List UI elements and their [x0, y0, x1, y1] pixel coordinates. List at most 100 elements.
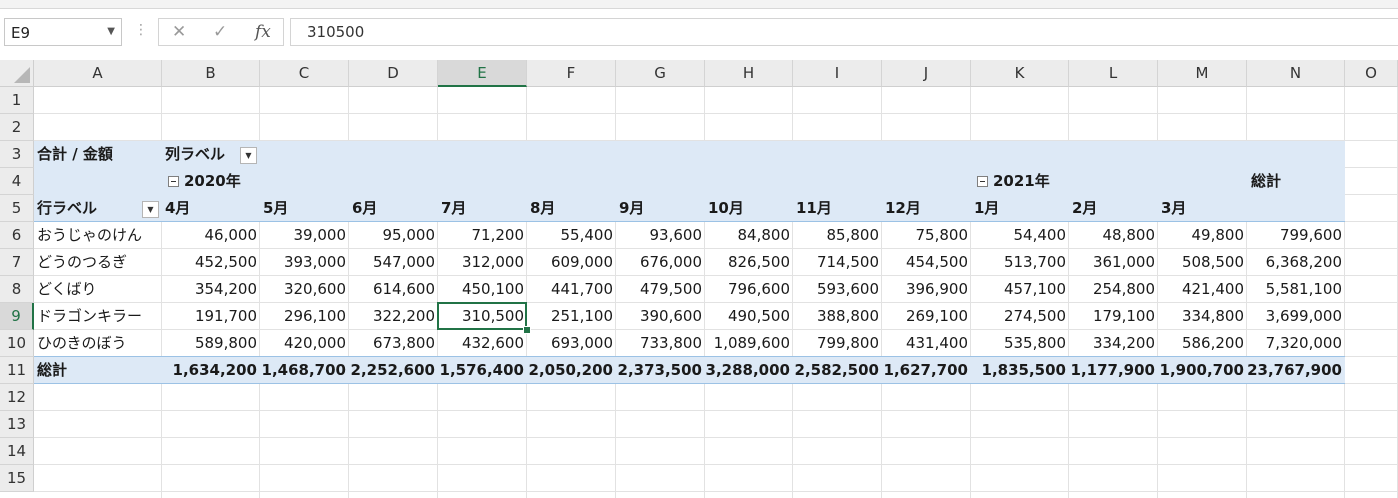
pivot-month-header[interactable]: 5月 [260, 195, 349, 222]
pivot-month-header[interactable]: 8月 [527, 195, 616, 222]
name-box[interactable]: E9 ▼ [4, 18, 122, 46]
pivot-value-cell[interactable]: 432,600 [438, 330, 527, 357]
pivot-value-field-label[interactable]: 合計 / 金額 [34, 141, 162, 168]
column-header-m[interactable]: M [1158, 60, 1247, 87]
pivot-value-cell[interactable]: 431,400 [882, 330, 971, 357]
column-header-b[interactable]: B [162, 60, 260, 87]
pivot-value-cell[interactable]: 479,500 [616, 276, 705, 303]
pivot-value-cell[interactable]: 251,100 [527, 303, 616, 330]
column-header-c[interactable]: C [260, 60, 349, 87]
cancel-icon[interactable]: ✕ [172, 22, 186, 42]
row-header-8[interactable]: 8 [0, 276, 34, 303]
pivot-value-cell[interactable]: 312,000 [438, 249, 527, 276]
row-header-12[interactable]: 12 [0, 384, 34, 411]
pivot-value-cell[interactable]: 1,089,600 [705, 330, 793, 357]
pivot-value-cell[interactable]: 799,800 [793, 330, 882, 357]
pivot-value-cell[interactable]: 609,000 [527, 249, 616, 276]
pivot-value-cell[interactable]: 441,700 [527, 276, 616, 303]
pivot-row-total[interactable]: 799,600 [1247, 222, 1345, 249]
pivot-value-cell[interactable]: 454,500 [882, 249, 971, 276]
pivot-value-cell[interactable]: 714,500 [793, 249, 882, 276]
pivot-value-cell[interactable]: 191,700 [162, 303, 260, 330]
pivot-value-cell[interactable]: 593,600 [793, 276, 882, 303]
column-header-o[interactable]: O [1345, 60, 1398, 87]
pivot-value-cell[interactable]: 614,600 [349, 276, 438, 303]
spreadsheet-grid[interactable]: A B C D E F G H I J K L M N O 1 2 3 4 5 6 7 8 9 10 11 12 13 14 15 合計 /… [0, 60, 1398, 498]
column-header-f[interactable]: F [527, 60, 616, 87]
pivot-value-cell[interactable]: 390,600 [616, 303, 705, 330]
pivot-value-cell[interactable]: 93,600 [616, 222, 705, 249]
pivot-month-header[interactable]: 9月 [616, 195, 705, 222]
pivot-month-header[interactable]: 6月 [349, 195, 438, 222]
pivot-grand-total-overall[interactable]: 23,767,900 [1247, 357, 1345, 384]
pivot-value-cell[interactable]: 673,800 [349, 330, 438, 357]
pivot-row-total[interactable]: 5,581,100 [1247, 276, 1345, 303]
pivot-month-header[interactable]: 10月 [705, 195, 793, 222]
pivot-value-cell[interactable]: 589,800 [162, 330, 260, 357]
pivot-row-label[interactable]: どうのつるぎ [34, 249, 162, 276]
pivot-row-label[interactable]: ドラゴンキラー [34, 303, 162, 330]
pivot-value-cell[interactable]: 269,100 [882, 303, 971, 330]
row-header-10[interactable]: 10 [0, 330, 34, 357]
pivot-value-cell[interactable]: 254,800 [1069, 276, 1158, 303]
pivot-grand-total-value[interactable]: 1,900,700 [1158, 357, 1247, 384]
pivot-grand-total-value[interactable]: 2,582,500 [793, 357, 882, 384]
pivot-value-cell[interactable]: 393,000 [260, 249, 349, 276]
row-header-15[interactable]: 15 [0, 465, 34, 492]
row-header-13[interactable]: 13 [0, 411, 34, 438]
pivot-row-total[interactable]: 3,699,000 [1247, 303, 1345, 330]
column-header-i[interactable]: I [793, 60, 882, 87]
select-all-button[interactable] [0, 60, 34, 87]
pivot-value-cell[interactable]: 95,000 [349, 222, 438, 249]
pivot-value-cell[interactable]: 84,800 [705, 222, 793, 249]
pivot-value-cell[interactable]: 361,000 [1069, 249, 1158, 276]
pivot-grand-total-value[interactable]: 1,468,700 [260, 357, 349, 384]
pivot-month-header[interactable]: 12月 [882, 195, 971, 222]
pivot-month-header[interactable]: 3月 [1158, 195, 1247, 222]
pivot-value-cell[interactable]: 75,800 [882, 222, 971, 249]
pivot-month-header[interactable]: 4月 [162, 195, 260, 222]
pivot-value-cell[interactable]: 490,500 [705, 303, 793, 330]
row-header-7[interactable]: 7 [0, 249, 34, 276]
pivot-value-cell[interactable]: 513,700 [971, 249, 1069, 276]
column-header-l[interactable]: L [1069, 60, 1158, 87]
column-header-g[interactable]: G [616, 60, 705, 87]
column-header-d[interactable]: D [349, 60, 438, 87]
column-header-a[interactable]: A [34, 60, 162, 87]
row-header-3[interactable]: 3 [0, 141, 34, 168]
pivot-value-cell[interactable]: 547,000 [349, 249, 438, 276]
pivot-value-cell[interactable]: 508,500 [1158, 249, 1247, 276]
column-header-h[interactable]: H [705, 60, 793, 87]
pivot-value-cell[interactable]: 354,200 [162, 276, 260, 303]
column-header-e[interactable]: E [438, 60, 527, 87]
pivot-row-label[interactable]: おうじゃのけん [34, 222, 162, 249]
pivot-value-cell[interactable]: 334,200 [1069, 330, 1158, 357]
pivot-year-2021[interactable]: 2021年 [971, 168, 1091, 195]
pivot-value-cell[interactable]: 420,000 [260, 330, 349, 357]
pivot-value-cell[interactable]: 693,000 [527, 330, 616, 357]
pivot-grand-total-value[interactable]: 3,288,000 [705, 357, 793, 384]
pivot-value-cell[interactable]: 46,000 [162, 222, 260, 249]
pivot-grand-total-value[interactable]: 2,252,600 [349, 357, 438, 384]
column-labels-filter-button[interactable]: ▼ [240, 147, 257, 164]
pivot-value-cell[interactable]: 54,400 [971, 222, 1069, 249]
more-options-icon[interactable]: ⋮ [134, 22, 148, 38]
pivot-value-cell[interactable]: 322,200 [349, 303, 438, 330]
row-header-14[interactable]: 14 [0, 438, 34, 465]
row-header-11[interactable]: 11 [0, 357, 34, 384]
pivot-row-label[interactable]: どくばり [34, 276, 162, 303]
enter-icon[interactable]: ✓ [213, 22, 227, 42]
pivot-year-2020[interactable]: 2020年 [162, 168, 282, 195]
pivot-value-cell[interactable]: 179,100 [1069, 303, 1158, 330]
row-header-5[interactable]: 5 [0, 195, 34, 222]
row-labels-filter-button[interactable]: ▼ [142, 201, 159, 218]
pivot-value-cell[interactable]: 85,800 [793, 222, 882, 249]
pivot-value-cell[interactable]: 535,800 [971, 330, 1069, 357]
pivot-month-header[interactable]: 11月 [793, 195, 882, 222]
pivot-value-cell[interactable]: 274,500 [971, 303, 1069, 330]
row-header-9[interactable]: 9 [0, 303, 34, 330]
pivot-grand-total-value[interactable]: 1,634,200 [162, 357, 260, 384]
pivot-value-cell[interactable]: 296,100 [260, 303, 349, 330]
pivot-value-cell[interactable]: 733,800 [616, 330, 705, 357]
row-header-4[interactable]: 4 [0, 168, 34, 195]
